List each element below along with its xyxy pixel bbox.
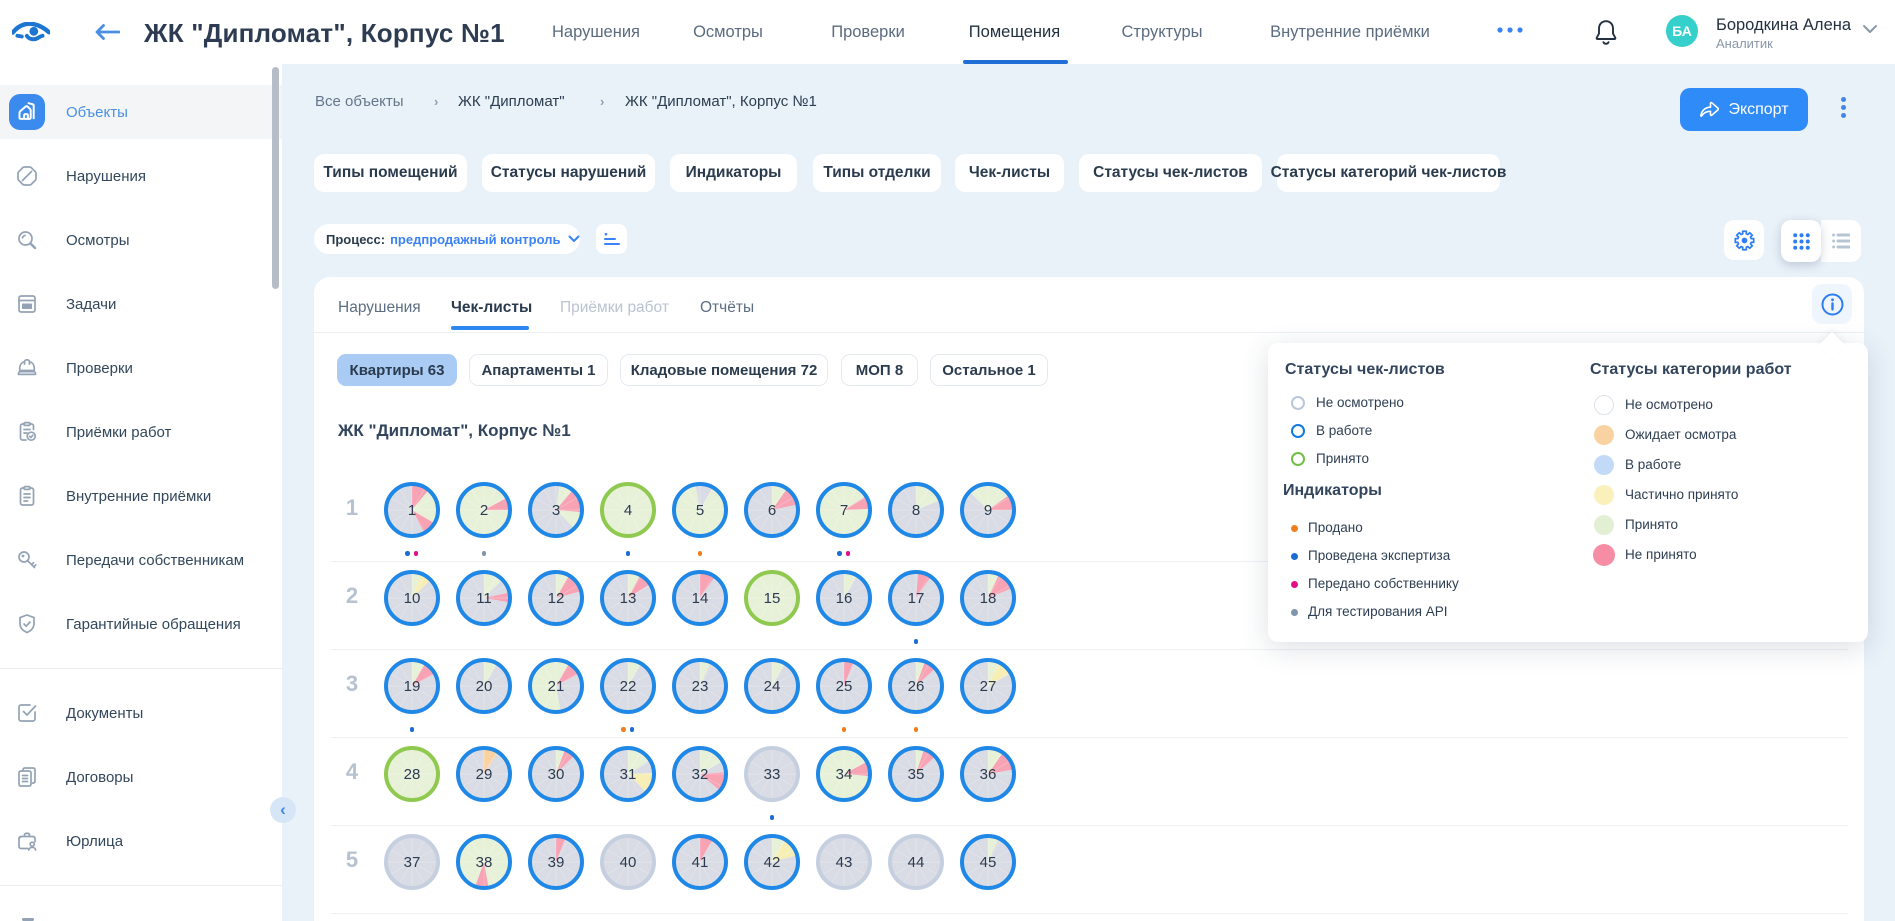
- svg-text:7: 7: [840, 502, 848, 519]
- svg-text:29: 29: [476, 766, 493, 783]
- svg-text:11: 11: [476, 590, 492, 607]
- svg-text:28: 28: [404, 766, 421, 783]
- svg-text:35: 35: [908, 766, 925, 783]
- svg-text:10: 10: [404, 590, 421, 607]
- svg-text:16: 16: [836, 590, 853, 607]
- svg-text:40: 40: [620, 854, 637, 871]
- svg-text:13: 13: [620, 590, 637, 607]
- svg-text:12: 12: [548, 590, 565, 607]
- svg-text:26: 26: [908, 678, 925, 695]
- svg-text:38: 38: [476, 854, 493, 871]
- svg-text:4: 4: [624, 502, 632, 519]
- svg-text:24: 24: [764, 678, 781, 695]
- svg-text:31: 31: [620, 766, 637, 783]
- svg-text:3: 3: [552, 502, 560, 519]
- svg-text:1: 1: [408, 502, 416, 519]
- svg-text:32: 32: [692, 766, 709, 783]
- svg-text:23: 23: [692, 678, 709, 695]
- svg-text:37: 37: [404, 854, 421, 871]
- svg-text:6: 6: [768, 502, 776, 519]
- svg-text:14: 14: [692, 590, 709, 607]
- svg-text:20: 20: [476, 678, 493, 695]
- svg-text:25: 25: [836, 678, 853, 695]
- svg-text:8: 8: [912, 502, 920, 519]
- svg-text:17: 17: [908, 590, 925, 607]
- svg-text:21: 21: [548, 678, 565, 695]
- svg-text:27: 27: [980, 678, 997, 695]
- svg-text:15: 15: [764, 590, 781, 607]
- svg-text:34: 34: [836, 766, 853, 783]
- svg-text:5: 5: [696, 502, 704, 519]
- svg-text:39: 39: [548, 854, 565, 871]
- svg-text:18: 18: [980, 590, 997, 607]
- svg-text:41: 41: [692, 854, 709, 871]
- svg-text:42: 42: [764, 854, 781, 871]
- svg-text:36: 36: [980, 766, 997, 783]
- svg-text:43: 43: [836, 854, 853, 871]
- svg-text:19: 19: [404, 678, 421, 695]
- svg-text:9: 9: [984, 502, 992, 519]
- svg-text:22: 22: [620, 678, 637, 695]
- svg-text:45: 45: [980, 854, 997, 871]
- svg-text:33: 33: [764, 766, 781, 783]
- svg-text:2: 2: [480, 502, 488, 519]
- svg-text:44: 44: [908, 854, 925, 871]
- svg-text:30: 30: [548, 766, 565, 783]
